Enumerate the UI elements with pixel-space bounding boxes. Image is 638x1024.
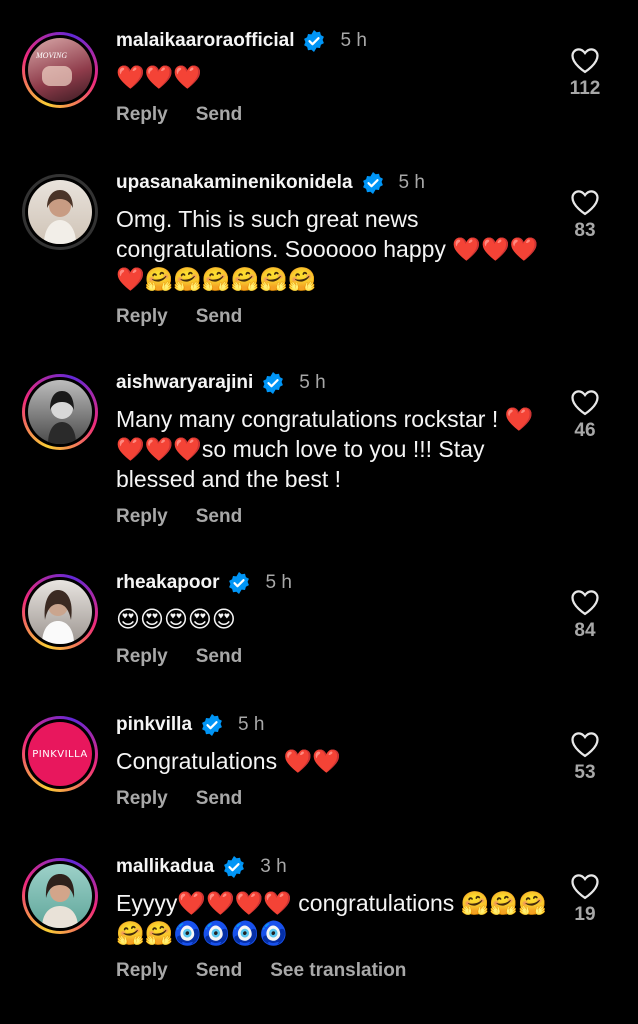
like-button[interactable]: 46	[560, 388, 610, 442]
portrait-avatar-icon	[28, 864, 92, 928]
heart-icon	[571, 48, 599, 74]
reply-button[interactable]: Reply	[116, 506, 168, 528]
avatar[interactable]	[22, 858, 98, 934]
reply-button[interactable]: Reply	[116, 788, 168, 810]
verified-badge-icon	[224, 856, 245, 878]
magazine-cover-avatar-icon: MOVING	[28, 38, 92, 102]
like-button[interactable]: 19	[560, 872, 610, 926]
bw-portrait-avatar-icon	[28, 380, 92, 444]
heart-icon	[571, 874, 599, 900]
timestamp: 5 h	[398, 172, 425, 193]
comment-text: Many many congratulations rockstar ! ❤️❤…	[116, 406, 534, 492]
reply-button[interactable]: Reply	[116, 104, 168, 126]
username[interactable]: rheakapoor	[116, 572, 219, 594]
verified-badge-icon	[229, 572, 250, 594]
timestamp: 5 h	[238, 714, 265, 735]
reply-button[interactable]: Reply	[116, 306, 168, 328]
heart-icon	[571, 390, 599, 416]
see-translation-button[interactable]: See translation	[270, 960, 406, 982]
verified-badge-icon	[263, 372, 284, 394]
reply-button[interactable]: Reply	[116, 960, 168, 982]
timestamp: 5 h	[299, 372, 326, 393]
like-button[interactable]: 112	[560, 46, 610, 100]
verified-badge-icon	[202, 714, 222, 736]
like-count: 19	[574, 904, 596, 925]
like-button[interactable]: 84	[560, 588, 610, 642]
comment-text: ❤️❤️❤️	[116, 64, 202, 90]
like-count: 84	[574, 620, 596, 641]
send-button[interactable]: Send	[196, 646, 242, 668]
reply-button[interactable]: Reply	[116, 646, 168, 668]
comment-text: Congratulations ❤️❤️	[116, 748, 341, 774]
svg-text:MOVING: MOVING	[35, 51, 67, 60]
like-button[interactable]: 83	[560, 188, 610, 242]
timestamp: 3 h	[260, 856, 287, 877]
like-count: 53	[574, 762, 596, 783]
username[interactable]: mallikadua	[116, 856, 214, 878]
send-button[interactable]: Send	[196, 104, 242, 126]
like-button[interactable]: 53	[560, 730, 610, 784]
username[interactable]: aishwaryarajini	[116, 372, 253, 394]
like-count: 83	[574, 220, 596, 241]
verified-badge-icon	[362, 172, 383, 194]
send-button[interactable]: Send	[196, 506, 242, 528]
like-count: 46	[574, 420, 596, 441]
verified-badge-icon	[304, 30, 325, 52]
send-button[interactable]: Send	[196, 788, 242, 810]
timestamp: 5 h	[340, 30, 367, 51]
pinkvilla-logo: PINKVILLA	[28, 722, 92, 786]
avatar[interactable]	[22, 374, 98, 450]
comments-list: MOVING malaikaaroraofficial 5 h ❤️❤️❤️ R…	[0, 0, 638, 1024]
username[interactable]: pinkvilla	[116, 714, 192, 736]
comment-text: 😍😍😍😍😍	[116, 606, 236, 632]
portrait-avatar-icon	[28, 180, 92, 244]
timestamp: 5 h	[265, 572, 292, 593]
send-button[interactable]: Send	[196, 960, 242, 982]
avatar[interactable]: MOVING	[22, 32, 98, 108]
portrait-avatar-icon	[28, 580, 92, 644]
avatar[interactable]: PINKVILLA	[22, 716, 98, 792]
avatar[interactable]	[22, 574, 98, 650]
heart-icon	[571, 732, 599, 758]
like-count: 112	[569, 78, 601, 99]
avatar[interactable]	[22, 174, 98, 250]
username[interactable]: upasanakaminenikonidela	[116, 172, 353, 194]
username[interactable]: malaikaaroraofficial	[116, 30, 294, 52]
comment-text: Eyyyy❤️❤️❤️❤️ congratulations 🤗🤗🤗🤗🤗🧿🧿🧿🧿	[116, 890, 547, 946]
heart-icon	[571, 590, 599, 616]
comment-text: Omg. This is such great news congratulat…	[116, 206, 539, 292]
heart-icon	[571, 190, 599, 216]
send-button[interactable]: Send	[196, 306, 242, 328]
